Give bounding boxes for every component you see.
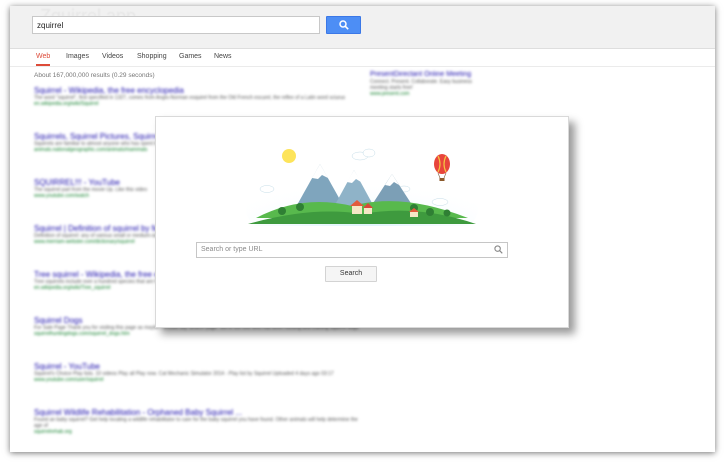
ad-snippet: Connect. Present. Collaborate. Easy busi…	[370, 79, 472, 91]
tab-videos[interactable]: Videos	[102, 50, 123, 64]
tab-divider	[10, 66, 715, 67]
result-snippet: Found an baby squirrel? Get help locatin…	[34, 417, 358, 429]
sun-icon	[282, 149, 296, 163]
search-input[interactable]: zquirrel	[32, 16, 320, 34]
result-url: en.wikipedia.org/wiki/Squirrel	[34, 101, 99, 107]
hot-air-balloon-icon	[434, 154, 450, 181]
search-button[interactable]	[326, 16, 361, 34]
ad-title-link[interactable]: PresentDirectant Online Meeting	[370, 70, 480, 79]
search-icon	[339, 20, 349, 30]
search-icon	[494, 245, 503, 254]
tab-shopping[interactable]: Shopping	[137, 50, 167, 64]
result-url: squirrelrehab.org	[34, 429, 72, 435]
sidebar-ad: PresentDirectant Online Meeting Connect.…	[370, 70, 480, 97]
result-title-link[interactable]: Squirrel Wildlife Rehabilitation - Orpha…	[34, 408, 364, 417]
result-url: squirrelhuntingdogs.com/squirrel_dogs.ht…	[34, 331, 130, 337]
tab-games[interactable]: Games	[179, 50, 202, 64]
result-url: www.youtube.com/user/squirrel	[34, 377, 104, 383]
tab-news[interactable]: News	[214, 50, 232, 64]
search-header: Zquirrel app zquirrel	[10, 6, 715, 49]
tab-images[interactable]: Images	[66, 50, 89, 64]
results-count: About 167,000,000 results (0.29 seconds)	[34, 72, 155, 79]
result-title-link[interactable]: Squirrel - YouTube	[34, 362, 364, 371]
list-item: Squirrel Wildlife Rehabilitation - Orpha…	[34, 408, 364, 452]
landscape-illustration	[246, 148, 478, 226]
ad-url: www.present.com	[370, 91, 410, 97]
list-item: Squirrel - YouTube Squirrel's Choice Pla…	[34, 362, 364, 408]
tab-web[interactable]: Web	[36, 50, 51, 66]
search-dialog: Search or type URL Search	[155, 116, 569, 328]
browser-window: Zquirrel app zquirrel Web Images Videos …	[10, 6, 715, 452]
url-search-input[interactable]: Search or type URL	[196, 242, 508, 258]
dialog-search-button[interactable]: Search	[325, 266, 377, 282]
result-title-link[interactable]: Squirrel - Wikipedia, the free encyclope…	[34, 86, 364, 95]
url-placeholder: Search or type URL	[201, 246, 263, 253]
